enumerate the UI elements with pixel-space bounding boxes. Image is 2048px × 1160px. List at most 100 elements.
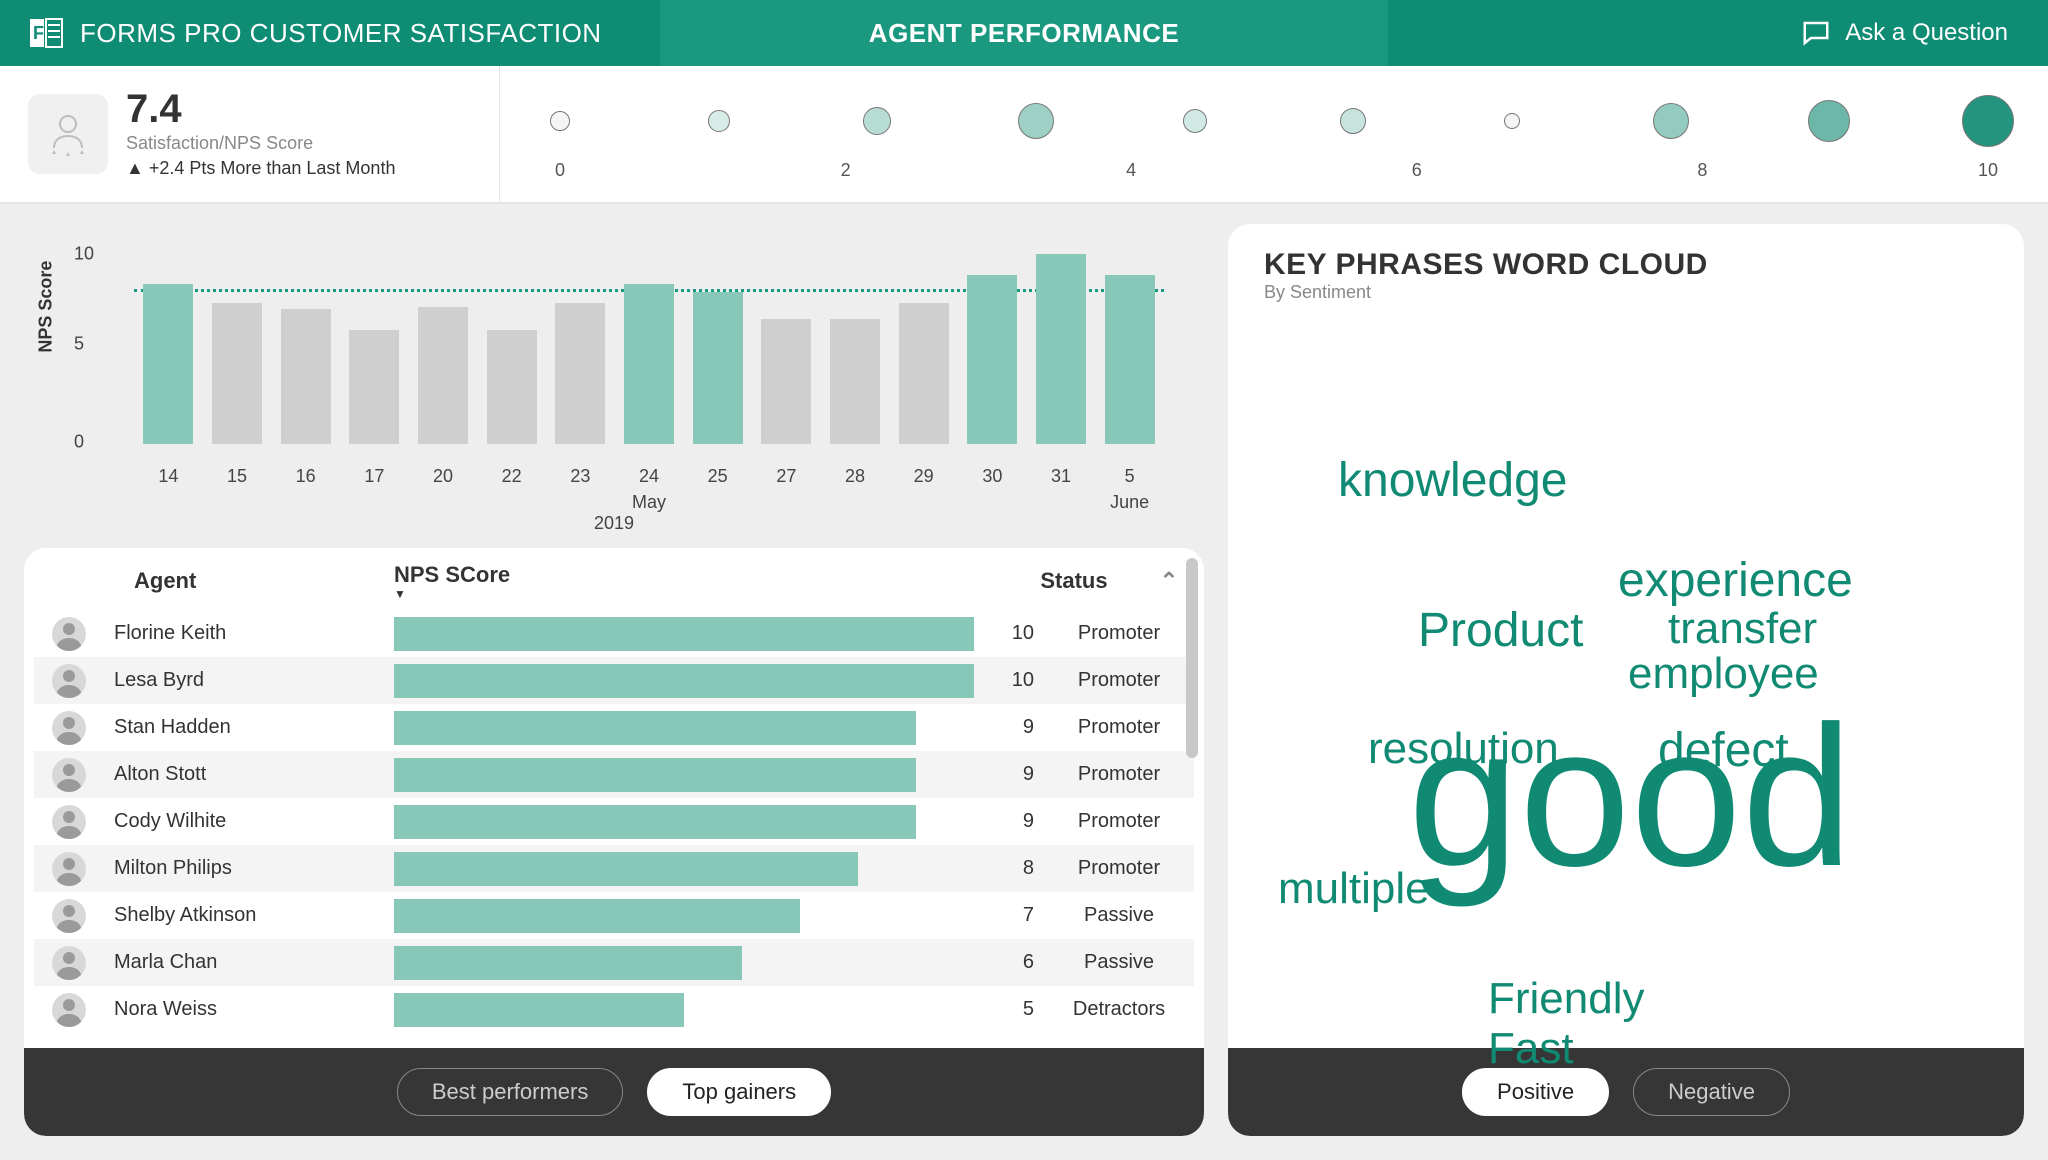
forms-icon: F <box>28 15 64 51</box>
bar[interactable] <box>830 319 880 444</box>
scale-dot[interactable] <box>550 111 570 131</box>
bar[interactable] <box>487 330 537 444</box>
scale-dot[interactable] <box>1504 113 1520 129</box>
kpi-scale: 0246810 <box>500 66 2048 202</box>
left-column: NPS Score 10 5 0 14151617202223242527282… <box>24 224 1204 1136</box>
nps-bar <box>394 617 974 651</box>
agent-name: Alton Stott <box>114 763 384 786</box>
nps-score: 10 <box>984 669 1034 692</box>
word[interactable]: multiple <box>1278 867 1430 911</box>
x-tick-label: 20 <box>433 466 453 487</box>
table-row[interactable]: Milton Philips8Promoter <box>34 845 1194 892</box>
table-row[interactable]: Stan Hadden 9 Promoter <box>34 704 1194 751</box>
agent-name: Stan Hadden <box>114 716 384 739</box>
agent-name: Marla Chan <box>114 951 384 974</box>
bar[interactable] <box>624 284 674 444</box>
y-tick: 10 <box>74 244 94 265</box>
agent-table-header: Agent NPS SCore ▼ Status ⌃ <box>24 548 1204 610</box>
scale-dot[interactable] <box>708 110 730 132</box>
word[interactable]: transfer <box>1668 607 1817 651</box>
status: Passive <box>1044 904 1194 927</box>
agent-name: Shelby Atkinson <box>114 904 384 927</box>
word[interactable]: Friendly <box>1488 977 1645 1021</box>
bar[interactable] <box>281 309 331 444</box>
nps-bar <box>394 993 974 1027</box>
top-gainers-button[interactable]: Top gainers <box>647 1068 831 1116</box>
table-row[interactable]: Marla Chan6Passive <box>34 939 1194 986</box>
scale-dot[interactable] <box>1183 109 1207 133</box>
nps-bar <box>394 758 974 792</box>
nps-score: 8 <box>984 857 1034 880</box>
main-content: NPS Score 10 5 0 14151617202223242527282… <box>0 204 2048 1160</box>
x-tick-label: 29 <box>914 466 934 487</box>
table-row[interactable]: Lesa Byrd10Promoter <box>34 657 1194 704</box>
brand-title: FORMS PRO CUSTOMER SATISFACTION <box>80 18 602 49</box>
status: Promoter <box>1044 763 1194 786</box>
agent-rows: Florine Keith10PromoterLesa Byrd10Promot… <box>24 610 1204 1048</box>
word[interactable]: Fast <box>1488 1027 1574 1071</box>
x-tick-label: 30 <box>982 466 1002 487</box>
nps-trend-chart[interactable]: NPS Score 10 5 0 14151617202223242527282… <box>24 224 1204 534</box>
x-tick-label: 16 <box>296 466 316 487</box>
agent-name: Nora Weiss <box>114 998 384 1021</box>
nps-score: 9 <box>984 716 1034 739</box>
top-bar: F FORMS PRO CUSTOMER SATISFACTION AGENT … <box>0 0 2048 66</box>
status: Promoter <box>1044 716 1194 739</box>
negative-button[interactable]: Negative <box>1633 1068 1790 1116</box>
x-tick-label: 15 <box>227 466 247 487</box>
best-performers-button[interactable]: Best performers <box>397 1068 624 1116</box>
page-title: AGENT PERFORMANCE <box>660 0 1388 66</box>
rating-icon <box>28 94 108 174</box>
scale-dot[interactable] <box>1962 95 2014 147</box>
bar[interactable] <box>212 303 262 444</box>
word[interactable]: experience <box>1618 557 1853 605</box>
agent-name: Florine Keith <box>114 622 384 645</box>
table-row[interactable]: Shelby Atkinson7Passive <box>34 892 1194 939</box>
col-agent[interactable]: Agent <box>134 568 394 594</box>
col-status[interactable]: Status <box>994 568 1154 594</box>
table-row[interactable]: Nora Weiss5Detractors <box>34 986 1194 1033</box>
avatar <box>52 852 86 886</box>
bar[interactable] <box>693 292 743 444</box>
word[interactable]: Product <box>1418 607 1583 655</box>
scale-dot[interactable] <box>1018 103 1054 139</box>
bar[interactable] <box>899 303 949 444</box>
bar[interactable] <box>418 307 468 444</box>
word-cloud[interactable]: goodknowledgeProductexperiencetransferem… <box>1228 307 2024 1048</box>
positive-button[interactable]: Positive <box>1462 1068 1609 1116</box>
ask-question-button[interactable]: Ask a Question <box>1388 0 2048 66</box>
agent-footer: Best performers Top gainers <box>24 1048 1204 1136</box>
bar[interactable] <box>967 275 1017 444</box>
x-tick-label: 27 <box>776 466 796 487</box>
nps-bar <box>394 946 974 980</box>
nps-score: 9 <box>984 810 1034 833</box>
word[interactable]: defect <box>1658 727 1789 775</box>
col-score[interactable]: NPS SCore ▼ <box>394 562 934 600</box>
scrollbar[interactable] <box>1186 610 1198 1048</box>
nps-bar <box>394 852 974 886</box>
x-tick-label: 5 <box>1125 466 1135 487</box>
bar[interactable] <box>1036 254 1086 444</box>
scale-tick-label: 2 <box>841 160 851 181</box>
table-row[interactable]: Florine Keith10Promoter <box>34 610 1194 657</box>
word-cloud-footer: Positive Negative <box>1228 1048 2024 1136</box>
scale-dot[interactable] <box>1808 100 1850 142</box>
bar[interactable] <box>349 330 399 444</box>
bar[interactable] <box>555 303 605 444</box>
bar[interactable] <box>761 319 811 444</box>
x-tick-label: 28 <box>845 466 865 487</box>
scroll-up-icon[interactable]: ⌃ <box>1154 568 1184 594</box>
month-label: June <box>1110 492 1149 513</box>
y-tick: 5 <box>74 334 84 355</box>
table-row[interactable]: Alton Stott9Promoter <box>34 751 1194 798</box>
word[interactable]: resolution <box>1368 727 1559 771</box>
scale-dot[interactable] <box>1653 103 1689 139</box>
scale-dot[interactable] <box>1340 108 1366 134</box>
table-row[interactable]: Cody Wilhite9Promoter <box>34 798 1194 845</box>
word[interactable]: employee <box>1628 652 1819 696</box>
bar[interactable] <box>143 284 193 444</box>
scale-dot[interactable] <box>863 107 891 135</box>
word[interactable]: knowledge <box>1338 457 1568 505</box>
status: Detractors <box>1044 998 1194 1021</box>
bar[interactable] <box>1105 275 1155 444</box>
